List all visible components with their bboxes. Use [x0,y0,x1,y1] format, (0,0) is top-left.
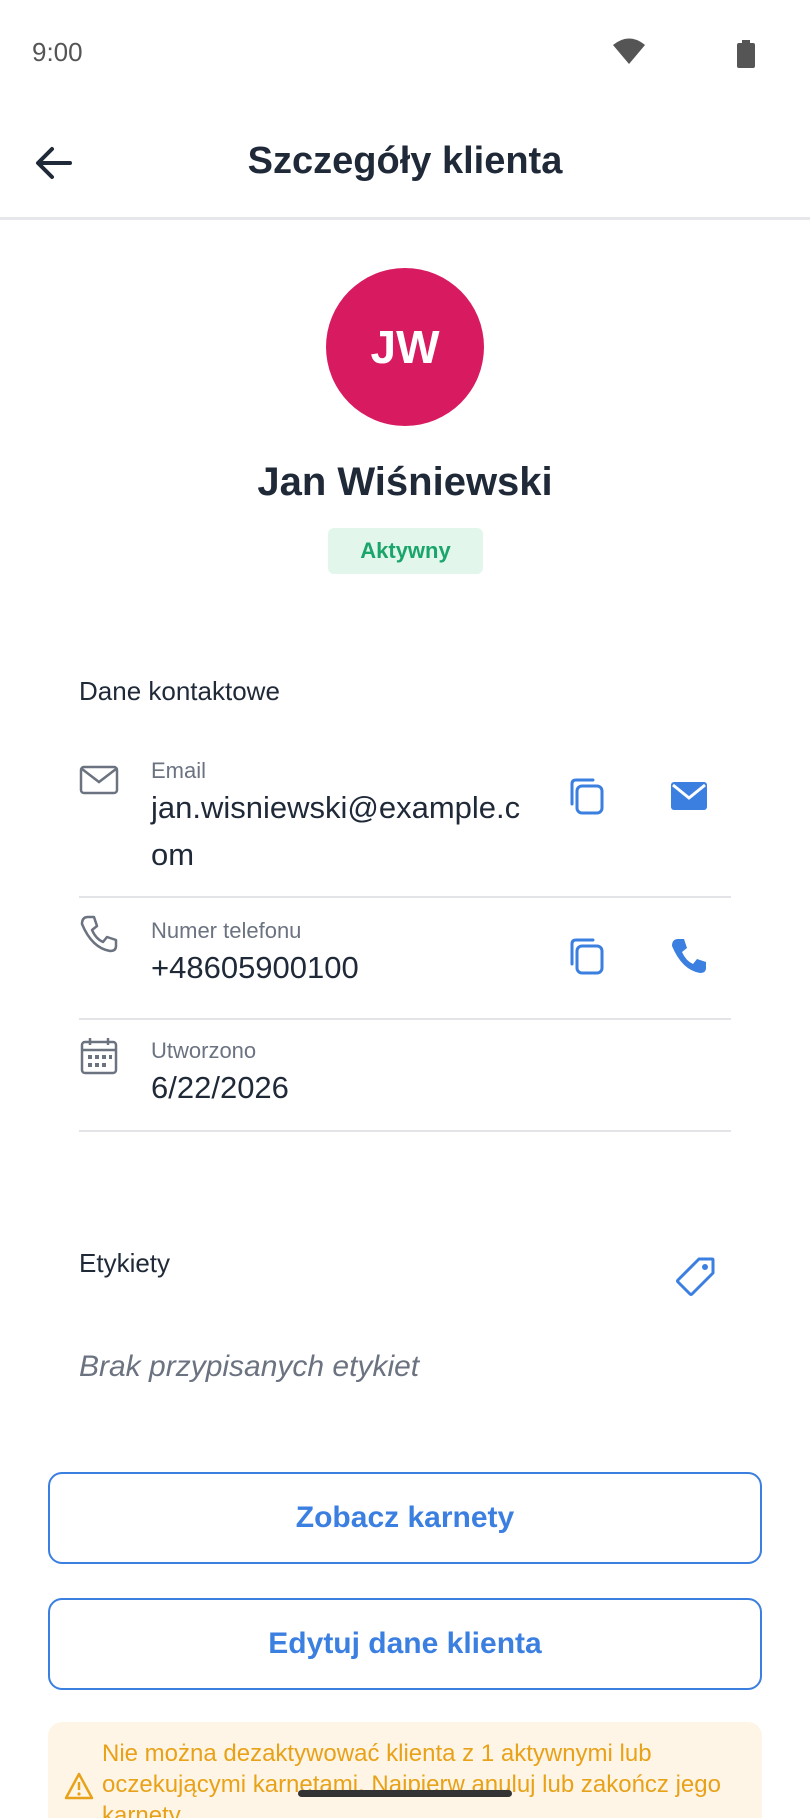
status-time: 9:00 [32,37,83,67]
avatar: JW [326,268,484,426]
client-details-screen: 9:00 Szczegóły klienta JW Jan Wiśniewski… [0,0,810,1818]
email-value: jan.wisniewski@example.com [151,790,521,872]
mail-outline-icon [79,765,119,795]
mail-icon [671,782,707,810]
contact-section-title: Dane kontaktowe [79,676,280,706]
warning-icon [64,1772,94,1800]
manage-tags-button[interactable] [670,1250,722,1302]
created-label: Utworzono [151,1038,257,1063]
phone-outline-icon [80,915,118,953]
created-value: 6/22/2026 [151,1070,289,1105]
copy-icon [570,938,604,975]
battery-icon [737,40,755,68]
page-title: Szczegóły klienta [247,140,563,182]
copy-email-button[interactable] [561,770,613,822]
wifi-icon [613,38,645,64]
email-row: Email jan.wisniewski@example.com [79,744,731,898]
phone-icon [672,939,706,973]
phone-row: Numer telefonu +48605900100 [79,898,731,1020]
call-button[interactable] [663,930,715,982]
copy-phone-button[interactable] [561,930,613,982]
send-email-button[interactable] [663,770,715,822]
tags-section-title: Etykiety [79,1248,171,1278]
copy-icon [570,778,604,815]
created-row: Utworzono 6/22/2026 [79,1020,731,1132]
edit-client-button[interactable]: Edytuj dane klienta [48,1598,762,1690]
app-bar: Szczegóły klienta [0,104,810,220]
phone-value: +48605900100 [151,950,359,985]
status-badge: Aktywny [328,528,483,574]
client-name: Jan Wiśniewski [257,460,553,504]
deactivation-warning: Nie można dezaktywować klienta z 1 aktyw… [48,1722,762,1818]
view-passes-button[interactable]: Zobacz karnety [48,1472,762,1564]
warning-text: Nie można dezaktywować klienta z 1 aktyw… [102,1740,721,1818]
phone-label: Numer telefonu [151,918,302,943]
tag-icon [676,1257,715,1296]
tags-empty-text: Brak przypisanych etykiet [79,1350,420,1383]
calendar-icon [80,1038,118,1075]
home-indicator[interactable] [298,1790,512,1797]
email-label: Email [151,758,207,783]
status-bar: 9:00 [0,0,810,104]
